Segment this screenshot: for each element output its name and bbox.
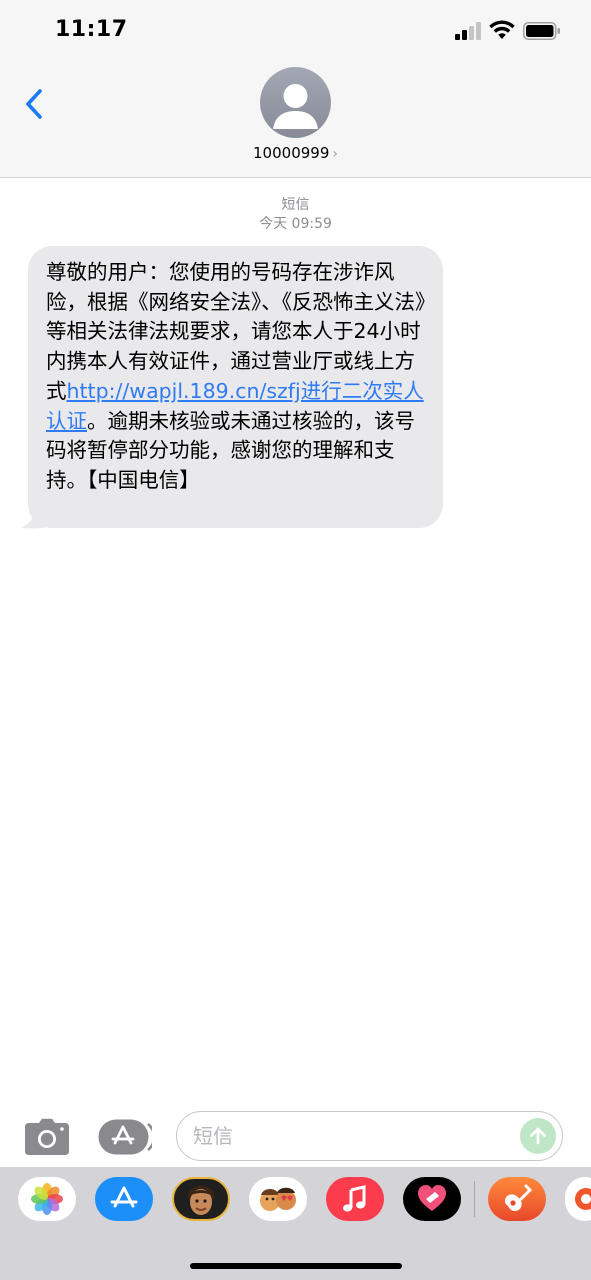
app-icon <box>575 1188 591 1210</box>
memoji-stickers-icon <box>260 1187 296 1211</box>
garageband-app-button[interactable] <box>488 1177 546 1221</box>
thread-meta: 短信 今天 09:59 <box>0 196 591 234</box>
person-icon <box>273 84 318 129</box>
app-store-icon <box>110 1186 138 1208</box>
app-store-app-button[interactable] <box>95 1177 153 1221</box>
memoji-icon <box>188 1186 214 1215</box>
battery-icon <box>523 22 560 40</box>
camera-icon <box>25 1118 69 1155</box>
drawer-divider <box>474 1181 475 1217</box>
message-bubble[interactable]: 尊敬的用户：您使用的号码存在涉诈风险，根据《网络安全法》、《反恐怖主义法》等相关… <box>28 246 443 528</box>
contact-avatar[interactable] <box>260 67 331 138</box>
contact-name: 10000999 <box>253 144 330 162</box>
chevron-right-icon: › <box>332 146 338 162</box>
music-app-button[interactable] <box>326 1177 384 1221</box>
home-indicator[interactable] <box>190 1263 402 1269</box>
arrow-up-icon <box>530 1127 546 1145</box>
stickers-app-button[interactable] <box>249 1177 307 1221</box>
photos-app-button[interactable] <box>18 1177 76 1221</box>
chevron-left-icon <box>26 89 42 119</box>
photos-icon <box>31 1183 63 1215</box>
message-text-after: 。逾期未核验或未通过核验的，该号码将暂停部分功能，感谢您的理解和支持。【中国电信… <box>46 408 415 492</box>
music-note-icon <box>343 1185 366 1212</box>
wifi-icon <box>489 20 515 39</box>
contact-name-button[interactable]: 10000999 › <box>0 144 591 162</box>
service-label: 短信 <box>281 197 310 213</box>
send-button[interactable] <box>520 1118 556 1154</box>
app-store-icon <box>98 1119 156 1155</box>
message-timestamp: 今天 09:59 <box>259 216 332 232</box>
message-input[interactable] <box>193 1120 513 1152</box>
status-time: 11:17 <box>55 17 128 42</box>
cellular-signal-icon <box>455 22 481 40</box>
digital-touch-app-button[interactable] <box>403 1177 461 1221</box>
more-app-button[interactable] <box>565 1177 591 1221</box>
message-text: 尊敬的用户：您使用的号码存在涉诈风险，根据《网络安全法》、《反恐怖主义法》等相关… <box>46 258 427 496</box>
message-input-field[interactable] <box>176 1111 563 1161</box>
guitar-icon <box>505 1184 533 1211</box>
app-store-button[interactable] <box>98 1119 156 1155</box>
back-button[interactable] <box>18 84 50 124</box>
heart-touch-icon <box>418 1185 446 1211</box>
memoji-app-button[interactable] <box>172 1177 230 1221</box>
conversation-header: 11:17 10000999 › <box>0 0 591 178</box>
camera-button[interactable] <box>24 1118 70 1156</box>
